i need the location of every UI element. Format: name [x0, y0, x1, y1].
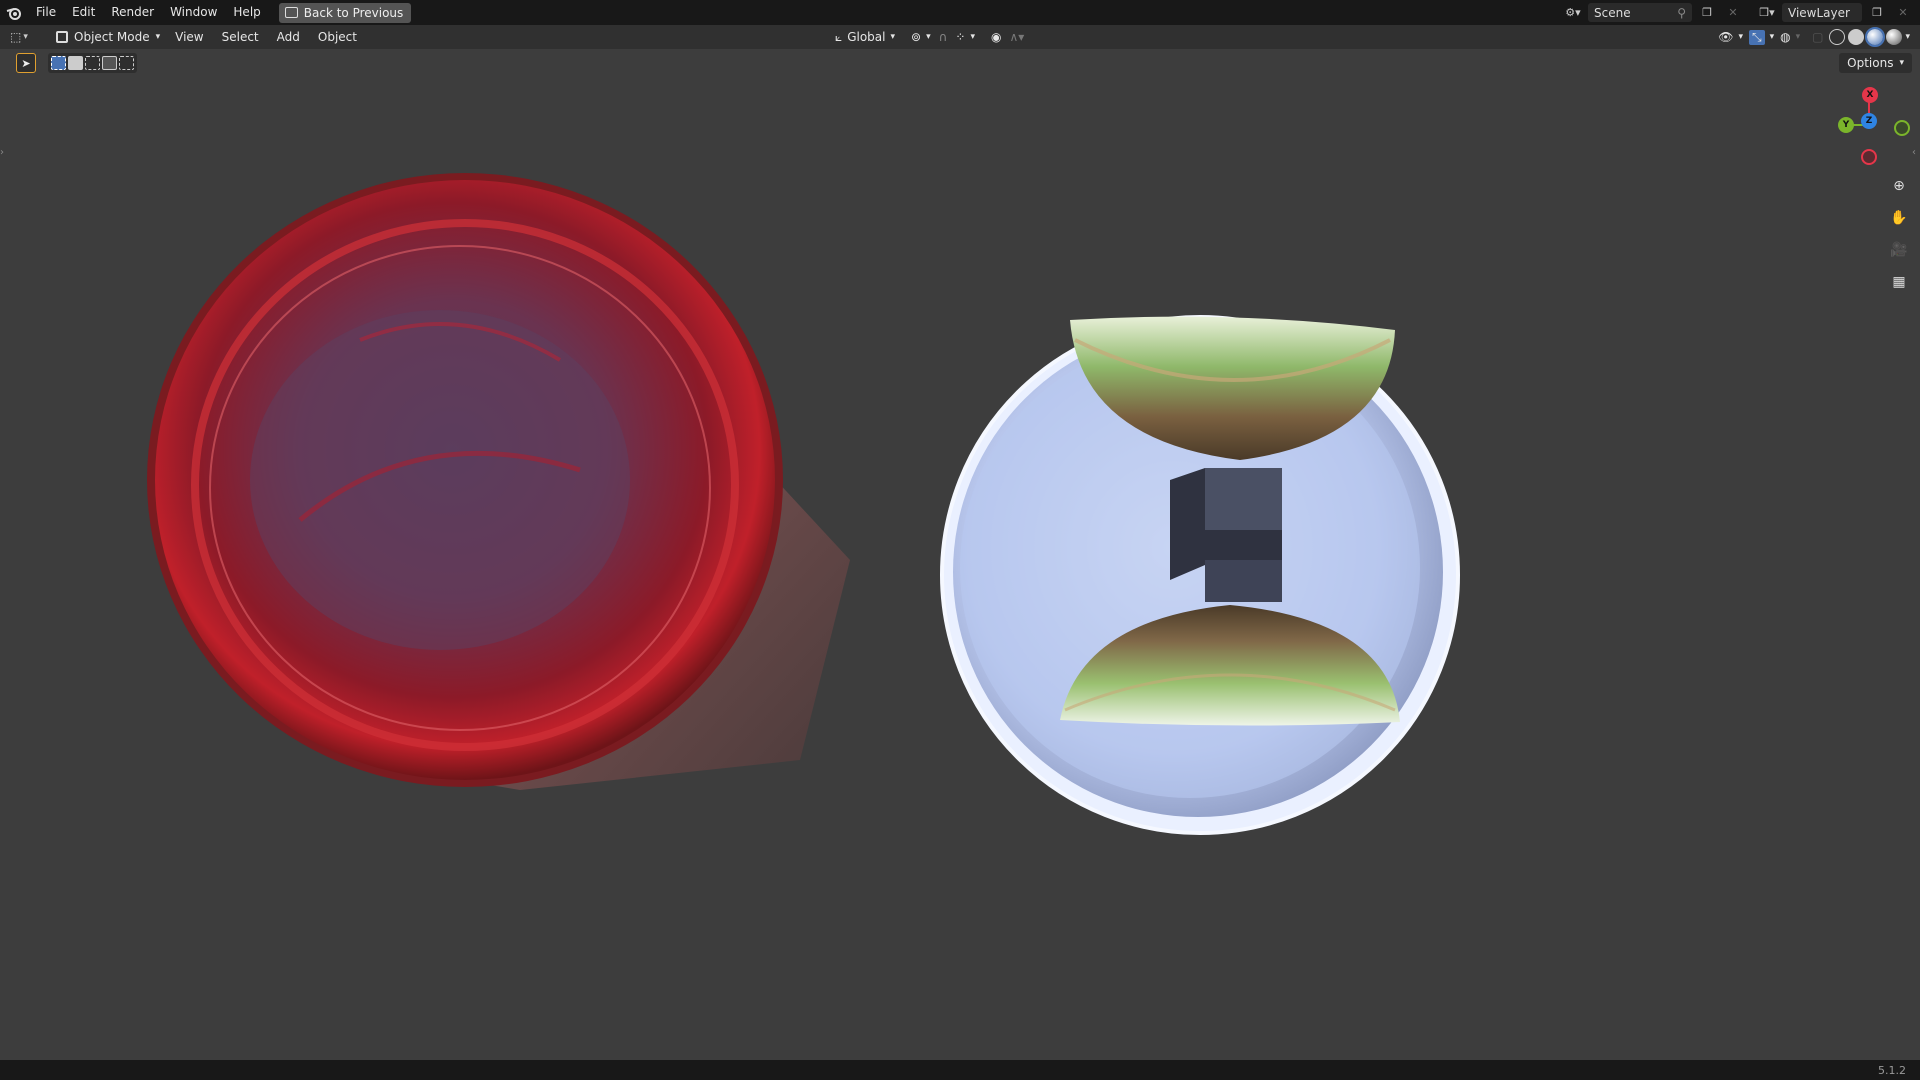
gizmo-icon: ⤡ [1748, 29, 1765, 45]
snap-target-selector[interactable]: ⁘ ▾ [955, 30, 975, 44]
back-to-previous-button[interactable]: Back to Previous [278, 2, 412, 23]
chevron-down-icon: ▾ [1795, 32, 1801, 42]
hand-pan-icon[interactable]: ✋ [1888, 207, 1910, 229]
pin-icon[interactable]: ⚲ [1677, 6, 1686, 20]
view-layer-name: ViewLayer [1788, 5, 1850, 20]
selection-mode-group [48, 53, 137, 73]
status-bar: 5.1.2 [0, 1060, 1920, 1080]
proportional-edit-icon: ◉ [991, 30, 1002, 44]
scene-icon[interactable]: ⚙▾ [1562, 3, 1584, 22]
chevron-down-icon: ▾ [970, 32, 975, 42]
delete-view-layer-icon[interactable]: ✕ [1892, 3, 1914, 22]
blender-logo-icon[interactable] [0, 0, 28, 25]
select-intersect-icon[interactable] [119, 56, 134, 70]
options-dropdown[interactable]: Options ▾ [1839, 53, 1912, 73]
neg-x-axis-ball[interactable] [1861, 149, 1877, 165]
3d-viewport-icon: ⬚ [10, 30, 22, 44]
camera-view-icon[interactable]: 🎥 [1888, 239, 1910, 261]
eye-icon: 👁 [1718, 30, 1734, 44]
options-label: Options [1847, 56, 1894, 70]
select-extend-icon[interactable] [68, 56, 83, 70]
red-glass-cylinder[interactable] [147, 173, 850, 790]
top-bar: File Edit Render Window Help Back to Pre… [0, 0, 1920, 25]
viewport-header: ⬚ ▾ Object Mode ▾ View Select Add Object … [0, 25, 1920, 49]
xray-toggle[interactable]: ▢ [1812, 30, 1823, 44]
chevron-down-icon: ▾ [1769, 32, 1775, 42]
proportional-edit-toggle[interactable]: ◉ [991, 30, 1001, 44]
select-invert-icon[interactable] [102, 56, 117, 70]
menu-window[interactable]: Window [162, 0, 225, 25]
falloff-icon: ∧▾ [1009, 30, 1025, 44]
menu-select[interactable]: Select [213, 30, 268, 44]
navigation-gizmo[interactable]: X Y Z [1810, 85, 1920, 175]
scene-selector[interactable]: Scene ⚲ [1588, 3, 1692, 22]
new-scene-icon[interactable]: ❐ [1696, 3, 1718, 22]
chevron-down-icon: ▾ [23, 32, 28, 42]
transform-tools: ⟀ Global ▾ ⊚ ▾ ∩ ⁘ ▾ ◉ ∧▾ [835, 25, 1024, 49]
top-right-controls: ⚙▾ Scene ⚲ ❐ ✕ ❒▾ ViewLayer ❐ ✕ [1562, 0, 1920, 25]
snap-grid-icon: ⁘ [955, 30, 966, 44]
3d-viewport[interactable]: › ‹ [0, 49, 1920, 1059]
snap-toggle[interactable]: ∩ [939, 30, 948, 44]
scene-objects [147, 173, 1460, 835]
new-view-layer-icon[interactable]: ❐ [1866, 3, 1888, 22]
view-layer-icon[interactable]: ❒▾ [1756, 3, 1778, 22]
falloff-selector[interactable]: ∧▾ [1009, 30, 1024, 44]
mode-selector[interactable]: Object Mode ▾ [50, 27, 166, 47]
mode-label: Object Mode [74, 30, 150, 44]
rendered-shading-icon[interactable] [1886, 29, 1903, 45]
navigation-buttons: ⊕ ✋ 🎥 ▦ [1888, 175, 1910, 293]
gizmo-toggle[interactable]: ⤡ ▾ [1748, 29, 1775, 45]
material-preview-icon[interactable] [1865, 27, 1886, 47]
zoom-icon[interactable]: ⊕ [1888, 175, 1910, 197]
y-axis-ball[interactable]: Y [1838, 117, 1854, 133]
select-subtract-icon[interactable] [85, 56, 100, 70]
overlay-icon: ◍ [1780, 30, 1791, 44]
menu-object[interactable]: Object [309, 30, 366, 44]
chevron-down-icon[interactable]: ▾ [1905, 32, 1910, 42]
overlay-toggle[interactable]: ◍ ▾ [1780, 30, 1800, 44]
z-axis-ball[interactable]: Z [1861, 113, 1877, 129]
chevron-down-icon: ▾ [155, 32, 161, 42]
view-layer-selector[interactable]: ViewLayer [1782, 3, 1862, 22]
chevron-down-icon: ▾ [890, 32, 896, 42]
menu-edit[interactable]: Edit [64, 0, 103, 25]
shading-modes: ▾ [1829, 27, 1910, 47]
menu-render[interactable]: Render [103, 0, 162, 25]
editor-type-selector[interactable]: ⬚ ▾ [10, 27, 50, 47]
chevron-down-icon: ▾ [926, 32, 931, 42]
visibility-selector[interactable]: 👁 ▾ [1718, 30, 1743, 44]
neg-y-axis-ball[interactable] [1894, 120, 1910, 136]
pivot-point-selector[interactable]: ⊚ ▾ [911, 30, 931, 44]
select-tool-icon[interactable]: ➤ [16, 53, 36, 73]
reflective-plate-object[interactable] [940, 315, 1460, 835]
wireframe-shading-icon[interactable] [1829, 29, 1846, 45]
chevron-down-icon: ▾ [1899, 58, 1904, 68]
delete-scene-icon[interactable]: ✕ [1722, 3, 1744, 22]
select-new-icon[interactable] [51, 56, 66, 70]
x-axis-ball[interactable]: X [1862, 87, 1878, 103]
back-to-previous-label: Back to Previous [303, 5, 404, 20]
back-window-icon [284, 7, 298, 18]
xray-icon: ▢ [1812, 30, 1824, 44]
solid-shading-icon[interactable] [1848, 29, 1865, 45]
menu-file[interactable]: File [28, 0, 64, 25]
magnet-icon: ∩ [938, 30, 948, 44]
menu-help[interactable]: Help [225, 0, 268, 25]
scene-name: Scene [1594, 5, 1631, 20]
pivot-icon: ⊚ [911, 30, 922, 44]
object-mode-icon [56, 31, 68, 43]
orientation-label: Global [847, 30, 886, 44]
grid-ortho-icon[interactable]: ▦ [1888, 271, 1910, 293]
menu-view[interactable]: View [166, 30, 212, 44]
menu-add[interactable]: Add [268, 30, 309, 44]
viewport-display-tools: 👁 ▾ ⤡ ▾ ◍ ▾ ▢ ▾ [1718, 25, 1910, 49]
chevron-down-icon: ▾ [1738, 32, 1743, 42]
orientation-icon: ⟀ [835, 29, 843, 44]
tool-settings-row: ➤ [16, 53, 137, 73]
transform-orientation-selector[interactable]: ⟀ Global ▾ [835, 30, 895, 45]
toolbar-expand-icon[interactable]: › [0, 147, 8, 167]
version-label: 5.1.2 [1878, 1064, 1906, 1077]
